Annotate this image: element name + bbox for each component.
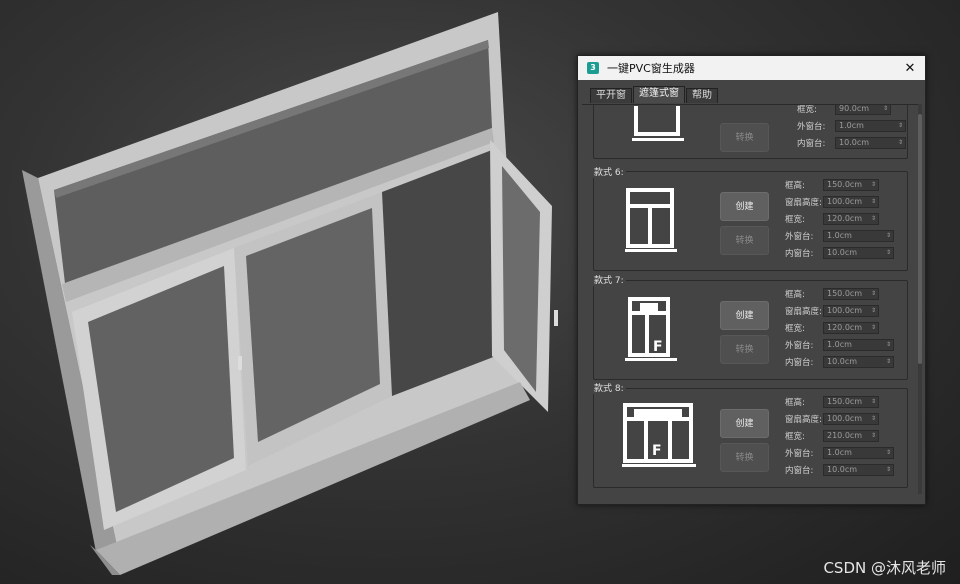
convert-button[interactable]: 转换 [720, 226, 769, 255]
param-row: 框宽: 90.0cm ⇕ [797, 105, 891, 116]
window-style-5-icon [632, 106, 684, 141]
pvc-window-generator-dialog: 3 一键PVC窗生成器 ✕ 平开窗 遮篷式窗 帮助 转换 框宽: 90.0cm ⇕… [577, 55, 926, 505]
inner-sill-spinner[interactable]: 10.0cm ⇕ [835, 137, 906, 149]
sash-height-spinner[interactable]: 100.0cm ⇕ [823, 413, 879, 425]
scrollbar-thumb[interactable] [918, 114, 922, 364]
create-button[interactable]: 创建 [720, 301, 769, 330]
param-label: 外窗台: [785, 449, 814, 459]
param-row: 内窗台: 10.0cm ⇕ [797, 136, 906, 150]
outer-sill-spinner[interactable]: 1.0cm ⇕ [835, 120, 906, 132]
create-button[interactable]: 创建 [720, 192, 769, 221]
param-row: 外窗台: 1.0cm ⇕ [797, 119, 906, 133]
convert-button[interactable]: 转换 [720, 335, 769, 364]
tab-help[interactable]: 帮助 [686, 88, 718, 103]
param-label: 框高: [785, 290, 805, 300]
fixed-pane-letter: F [653, 339, 663, 355]
frame-height-spinner[interactable]: 150.0cm ⇕ [823, 396, 879, 408]
dialog-title: 一键PVC窗生成器 [607, 62, 695, 75]
watermark: CSDN @沐风老师 [823, 559, 946, 577]
window-style-7-icon: F [625, 297, 677, 361]
inner-sill-spinner[interactable]: 10.0cm ⇕ [823, 464, 894, 476]
style-title: 款式 7: [592, 273, 626, 286]
style-title: 款式 8: [592, 381, 626, 394]
param-label: 窗扇高度: [785, 307, 822, 317]
param-label: 框高: [785, 181, 805, 191]
param-label: 窗扇高度: [785, 198, 822, 208]
fixed-pane-letter: F [652, 443, 662, 459]
style-group-partial: 转换 框宽: 90.0cm ⇕ 外窗台: 1.0cm ⇕ 内窗台: 10.0cm ⇕ [593, 105, 908, 159]
window-style-6-icon [625, 188, 677, 252]
param-label: 框宽: [785, 215, 805, 225]
frame-height-spinner[interactable]: 150.0cm ⇕ [823, 179, 879, 191]
outer-sill-spinner[interactable]: 1.0cm ⇕ [823, 447, 894, 459]
pvc-window-model [22, 12, 558, 575]
param-label: 窗扇高度: [785, 415, 822, 425]
frame-width-spinner[interactable]: 90.0cm ⇕ [835, 105, 891, 115]
window-style-8-icon: F [622, 403, 696, 467]
frame-height-spinner[interactable]: 150.0cm ⇕ [823, 288, 879, 300]
outer-sill-spinner[interactable]: 1.0cm ⇕ [823, 339, 894, 351]
convert-button[interactable]: 转换 [720, 443, 769, 472]
param-label: 内窗台: [785, 358, 814, 368]
tab-awning[interactable]: 遮篷式窗 [633, 86, 685, 103]
param-label: 外窗台: [785, 341, 814, 351]
frame-width-spinner[interactable]: 120.0cm ⇕ [823, 322, 879, 334]
style-title: 款式 6: [592, 165, 626, 178]
frame-width-spinner[interactable]: 120.0cm ⇕ [823, 213, 879, 225]
3dsmax-app-icon: 3 [587, 62, 599, 74]
param-label: 框宽: [785, 324, 805, 334]
title-bar[interactable]: 3 一键PVC窗生成器 ✕ [578, 56, 925, 80]
convert-button[interactable]: 转换 [720, 123, 769, 152]
outer-sill-spinner[interactable]: 1.0cm ⇕ [823, 230, 894, 242]
inner-sill-spinner[interactable]: 10.0cm ⇕ [823, 356, 894, 368]
create-button[interactable]: 创建 [720, 409, 769, 438]
param-label: 内窗台: [785, 466, 814, 476]
sash-height-spinner[interactable]: 100.0cm ⇕ [823, 196, 879, 208]
inner-sill-spinner[interactable]: 10.0cm ⇕ [823, 247, 894, 259]
sash-height-spinner[interactable]: 100.0cm ⇕ [823, 305, 879, 317]
style-list[interactable]: 转换 框宽: 90.0cm ⇕ 外窗台: 1.0cm ⇕ 内窗台: 10.0cm ⇕ [582, 104, 918, 494]
tab-bar: 平开窗 遮篷式窗 帮助 [578, 85, 925, 103]
param-label: 框宽: [785, 432, 805, 442]
param-label: 框高: [785, 398, 805, 408]
tab-casement[interactable]: 平开窗 [590, 88, 632, 103]
frame-width-spinner[interactable]: 210.0cm ⇕ [823, 430, 879, 442]
param-label: 外窗台: [785, 232, 814, 242]
param-label: 内窗台: [785, 249, 814, 259]
close-icon[interactable]: ✕ [895, 61, 925, 76]
vertical-scrollbar[interactable] [918, 104, 922, 494]
